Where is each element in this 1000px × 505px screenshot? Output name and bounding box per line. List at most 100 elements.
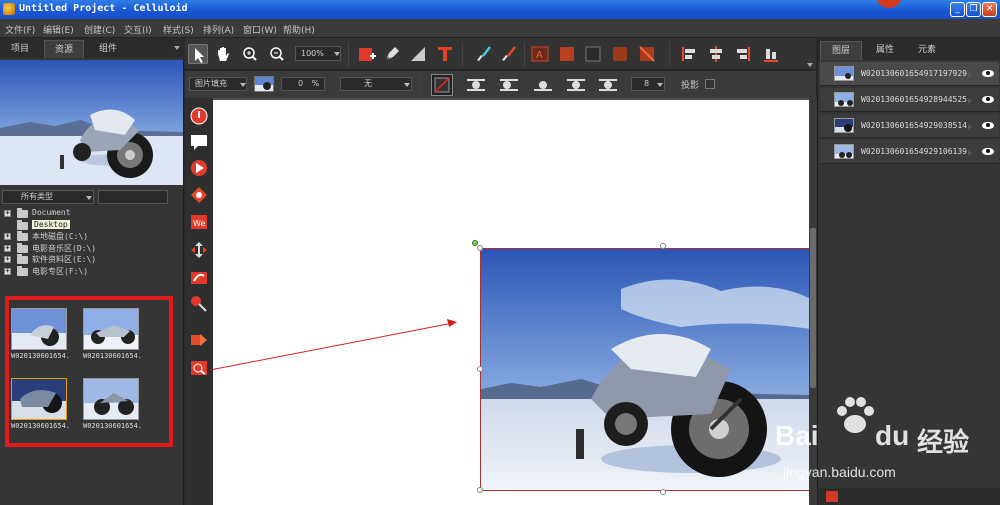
fill-style-button[interactable] — [557, 44, 577, 64]
web-tool-button[interactable]: We — [189, 212, 209, 232]
expand-icon[interactable]: + — [4, 210, 11, 217]
record-tool-button[interactable] — [189, 106, 209, 126]
shape-tool-button[interactable] — [408, 44, 428, 64]
align-left-button[interactable] — [679, 44, 699, 64]
align-center-button[interactable] — [706, 44, 726, 64]
eye-icon[interactable] — [982, 70, 994, 77]
stroke-style-2-button[interactable] — [498, 75, 520, 95]
layer-row[interactable]: W020130601654929038514 — [820, 114, 999, 138]
no-stroke-button[interactable] — [431, 74, 453, 96]
expand-icon[interactable]: + — [4, 267, 11, 275]
expand-icon[interactable]: + — [4, 256, 11, 263]
thumbnail-image — [11, 378, 67, 420]
pen-tool-button[interactable] — [382, 44, 402, 64]
tree-item-drive-c[interactable]: + 本地磁盘(C:\) — [4, 231, 182, 243]
resize-handle-tl[interactable] — [477, 245, 483, 251]
placed-image[interactable] — [480, 248, 810, 491]
fill-image-swatch[interactable] — [254, 76, 274, 92]
style-none-select[interactable]: 无 — [340, 77, 412, 91]
fill-mode-select[interactable]: 图片填充 — [189, 77, 247, 91]
stroke-style-5-button[interactable] — [597, 75, 619, 95]
eye-icon[interactable] — [982, 122, 994, 129]
toolbar-divider — [420, 73, 421, 97]
zoom-in-button[interactable] — [240, 44, 260, 64]
zoom-out-button[interactable] — [267, 44, 287, 64]
resource-search-input[interactable] — [98, 190, 168, 204]
resize-handle-top[interactable] — [660, 243, 666, 249]
layer-row[interactable]: W020130601654928944525 — [820, 88, 999, 112]
menu-style[interactable]: 样式(S) — [163, 23, 194, 36]
resource-thumbnail[interactable]: W020130601654... — [11, 308, 69, 366]
text-style-button[interactable]: A — [530, 44, 550, 64]
text-tool-button[interactable] — [435, 44, 455, 64]
title-bar: Untitled Project - Celluloid _ ❐ ✕ — [0, 0, 1000, 19]
expand-icon[interactable]: + — [4, 233, 11, 240]
tab-properties[interactable]: 属性 — [864, 41, 906, 60]
brush-tool-button[interactable] — [474, 44, 494, 64]
tree-item-document[interactable]: + Document — [4, 208, 182, 220]
pan-tool-button[interactable] — [213, 44, 233, 64]
layer-row[interactable]: W020130601654917197929 — [820, 62, 999, 86]
select-tool-button[interactable] — [188, 44, 208, 64]
add-image-button[interactable] — [357, 44, 377, 64]
resize-handle-bottom[interactable] — [660, 489, 666, 495]
eye-icon[interactable] — [982, 148, 994, 155]
stroke-style-3-button[interactable] — [532, 75, 554, 95]
resource-type-select[interactable]: 所有类型 — [2, 190, 94, 204]
pin-tool-button[interactable] — [189, 294, 209, 314]
align-bottom-button[interactable] — [761, 44, 781, 64]
panel-menu-icon[interactable] — [174, 46, 180, 50]
play-tool-button[interactable] — [189, 158, 209, 178]
layer-row[interactable]: W020130601654929106139 — [820, 140, 999, 164]
tree-item-drive-d[interactable]: + 电影音乐区(D:\) — [4, 242, 182, 255]
tab-components[interactable]: 组件 — [88, 40, 128, 58]
canvas-area[interactable] — [213, 98, 816, 505]
tab-resources[interactable]: 资源 — [44, 40, 84, 58]
link-tool-button[interactable] — [189, 268, 209, 288]
stroke-style-1-button[interactable] — [465, 75, 487, 95]
outline-style-button[interactable] — [583, 44, 603, 64]
resource-thumbnail[interactable]: W020130601654... — [83, 308, 141, 366]
menu-interact[interactable]: 交互(I) — [124, 23, 152, 36]
color-brush-button[interactable] — [499, 44, 519, 64]
resize-handle-left[interactable] — [477, 366, 483, 372]
scrollbar-thumb[interactable] — [810, 228, 816, 388]
menu-window[interactable]: 窗口(W) — [243, 23, 277, 36]
restore-button[interactable]: ❐ — [966, 2, 981, 17]
menu-edit[interactable]: 编辑(E) — [43, 23, 74, 36]
layer-expand-icon[interactable] — [968, 72, 972, 78]
preview-tool-button[interactable] — [189, 358, 209, 378]
align-right-button[interactable] — [733, 44, 753, 64]
notification-badge-icon[interactable] — [876, 0, 902, 8]
gradient-style-button[interactable] — [637, 44, 657, 64]
tab-elements[interactable]: 元素 — [906, 41, 948, 60]
shadow-checkbox[interactable] — [705, 79, 715, 89]
layer-expand-icon[interactable] — [968, 124, 972, 130]
close-button[interactable]: ✕ — [982, 2, 997, 17]
tab-layers[interactable]: 图层 — [820, 41, 862, 60]
toolbar-overflow-icon[interactable] — [807, 63, 813, 67]
rounded-style-button[interactable] — [610, 44, 630, 64]
resource-thumbnail[interactable]: W020130601654... — [83, 378, 141, 436]
eye-icon[interactable] — [982, 96, 994, 103]
resource-thumbnail[interactable]: W020130601654... — [11, 378, 69, 436]
comment-tool-button[interactable] — [189, 132, 209, 152]
export-tool-button[interactable] — [189, 330, 209, 350]
stroke-style-4-button[interactable] — [565, 75, 587, 95]
resize-handle-bl[interactable] — [477, 487, 483, 493]
expand-icon[interactable]: + — [4, 244, 11, 252]
menu-create[interactable]: 创建(C) — [84, 23, 115, 36]
layer-expand-icon[interactable] — [968, 150, 972, 156]
rotate-tool-button[interactable] — [189, 185, 209, 205]
minimize-button[interactable]: _ — [950, 2, 965, 17]
opacity-spinner[interactable]: 0 % — [281, 77, 325, 91]
layer-expand-icon[interactable] — [968, 98, 972, 104]
menu-arrange[interactable]: 排列(A) — [203, 23, 234, 36]
tab-project[interactable]: 项目 — [0, 40, 40, 58]
move-tool-button[interactable] — [189, 240, 209, 260]
menu-file[interactable]: 文件(F) — [5, 23, 35, 36]
menu-help[interactable]: 帮助(H) — [283, 23, 315, 36]
tree-item-drive-f[interactable]: + 电影专区(F:\) — [4, 265, 182, 278]
tree-item-drive-e[interactable]: + 软件资料区(E:\) — [4, 254, 182, 266]
tree-item-desktop[interactable]: Desktop — [4, 219, 182, 232]
